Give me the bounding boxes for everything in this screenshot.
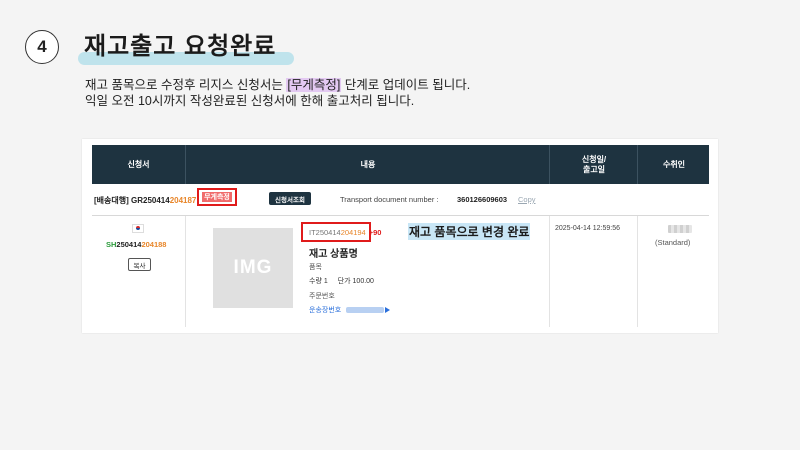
item-id-suffix: 204194 [340,228,366,237]
slide-title-block: 재고출고 요청완료 [78,30,295,66]
header-date: 신청일/출고일 [549,145,638,184]
column-divider [637,216,638,327]
tracking-label: 운송장번호 [309,307,342,314]
shipment-id: SH250414204188 [106,240,166,249]
arrow-right-icon [385,307,391,314]
header-date-line1: 신청일/ [581,154,607,164]
change-complete-note: 재고 품목으로 변경 완료 [408,223,531,240]
view-application-button[interactable]: 신청서조회 [269,192,311,205]
item-id-highlight-box: IT250414204194 +90 [301,222,381,242]
recipient-name-blurred [668,225,692,233]
description-line-1: 재고 품목으로 수정후 리지스 신청서는 [무게측정] 단계로 업데이트 됩니다… [85,77,470,93]
tracking-number-blurred [346,307,385,314]
slide-description: 재고 품목으로 수정후 리지스 신청서는 [무게측정] 단계로 업데이트 됩니다… [85,77,470,109]
order-id-prefix: [배송대행] GR250414 [94,196,170,205]
recipient-type: (Standard) [655,238,691,247]
quantity: 수량 1 [309,278,328,285]
step-number-badge: 4 [25,30,59,64]
description-line-2: 익일 오전 10시까지 작성완료된 신청서에 한해 출고처리 됩니다. [85,94,415,108]
tracking-number-link[interactable]: 운송장번호 [309,305,391,315]
table-header: 신청서 내용 신청일/출고일 수취인 [92,145,709,184]
order-id-suffix: 204187 [169,196,197,205]
item-name: 재고 상품명 [309,249,358,260]
transport-number: 360126609603 [457,195,508,204]
product-label: 품목 [309,264,322,271]
transport-label: Transport document number : [340,195,439,204]
item-row: SH250414204188 복사 IMG IT250414204194 +90 … [92,216,709,327]
shipment-id-suffix: 204188 [141,240,167,249]
status-highlight: [무게측정] [286,78,342,92]
shipment-id-prefix: SH [106,240,117,249]
item-id-prefix: IT250414 [309,228,341,237]
product-image-placeholder: IMG [213,228,293,308]
item-id: IT250414204194 +90 [309,228,381,237]
order-number-label: 주문번호 [309,293,335,300]
item-id-delta: +90 [368,228,382,237]
header-content: 내용 [185,145,550,184]
column-divider [185,216,186,327]
copy-button[interactable]: 복사 [128,258,151,271]
korea-flag-icon [132,224,144,233]
status-badge: 무게측정 [202,192,232,202]
header-application: 신청서 [127,159,150,169]
slide-title: 재고출고 요청완료 [84,33,277,60]
order-row: [배송대행] GR250414204187 무게측정 신청서조회 Transpo… [92,184,709,216]
header-date-line2: 출고일 [582,164,606,174]
column-divider [549,216,550,327]
quantity-price: 수량 1 단가 100.00 [309,276,374,286]
description-text: 단계로 업데이트 됩니다. [341,78,471,92]
unit-price: 단가 100.00 [337,278,374,285]
status-badge-highlight-box: 무게측정 [197,188,237,206]
shipment-id-num: 250414 [116,240,142,249]
application-datetime: 2025-04-14 12:59:56 [555,225,620,232]
order-id: [배송대행] GR250414204187 [94,195,196,206]
description-text: 재고 품목으로 수정후 리지스 신청서는 [85,78,287,92]
step-number: 4 [37,37,47,56]
application-list-screenshot: 신청서 내용 신청일/출고일 수취인 [배송대행] GR250414204187… [82,139,718,333]
copy-link[interactable]: Copy [518,195,536,204]
header-recipient: 수취인 [637,145,710,184]
